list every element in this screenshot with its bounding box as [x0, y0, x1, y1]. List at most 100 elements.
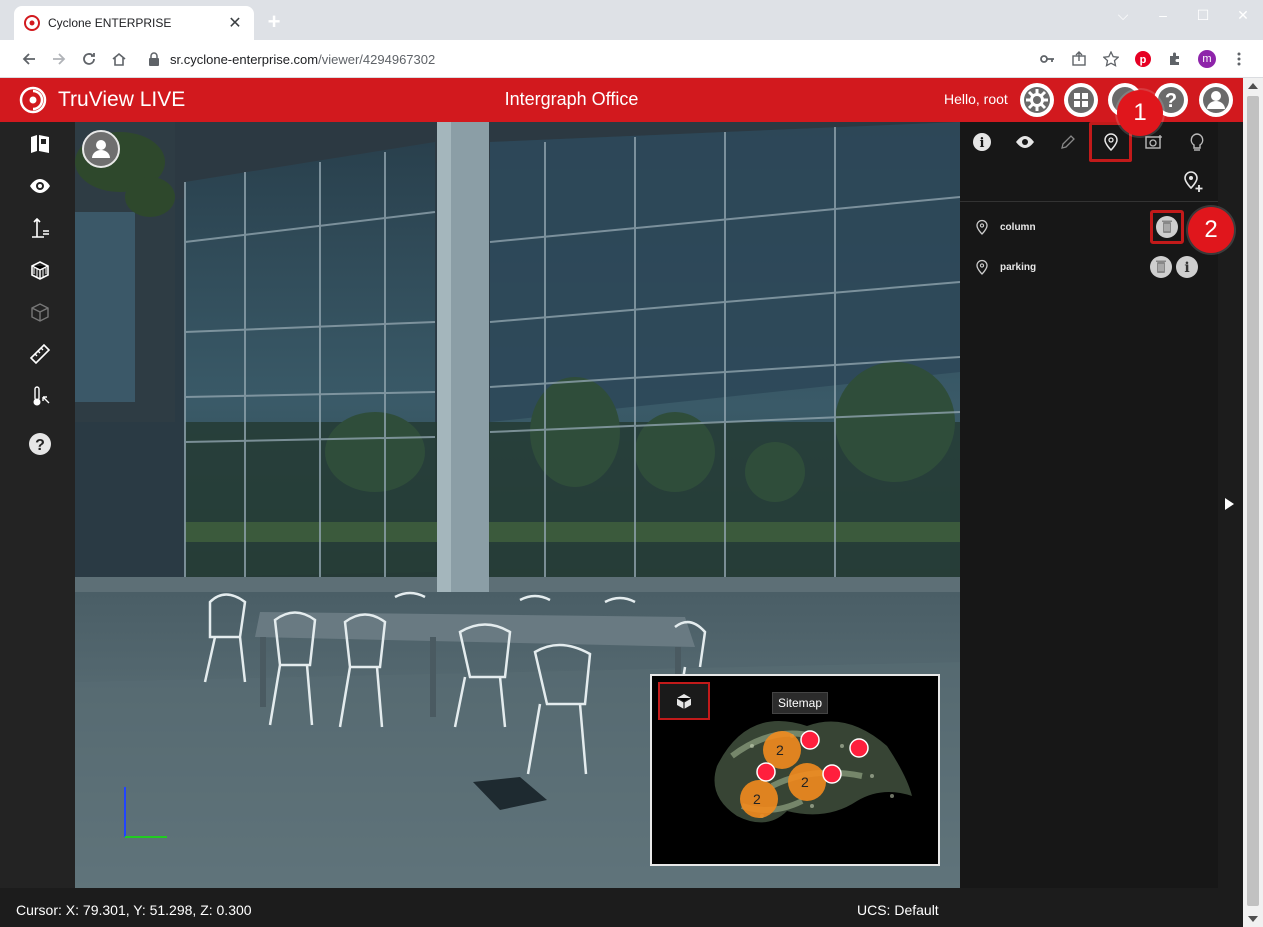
close-window-button[interactable]: ✕: [1223, 0, 1263, 30]
callout-badge: 2: [1188, 207, 1234, 253]
home-icon: [112, 52, 126, 66]
extensions-puzzle-icon[interactable]: [1165, 49, 1185, 69]
info-icon: i: [1177, 257, 1197, 277]
tab-markup[interactable]: [1046, 122, 1089, 162]
settings-icon: [1024, 87, 1050, 113]
tab-info[interactable]: i: [960, 122, 1003, 162]
cluster-count: 2: [801, 774, 809, 790]
address-bar[interactable]: sr.cyclone-enterprise.com/viewer/4294967…: [148, 46, 1018, 72]
tab-close-icon[interactable]: ✕: [226, 13, 244, 33]
cyclone-favicon-icon: [24, 15, 40, 31]
reload-icon: [83, 52, 95, 65]
pin-icon: [1103, 133, 1118, 151]
trash-icon: [1162, 220, 1172, 233]
key-icon[interactable]: [1037, 49, 1057, 69]
reload-button[interactable]: [76, 46, 102, 72]
geotag-label: parking: [1000, 261, 1037, 273]
ruler-icon: [29, 343, 51, 365]
scroll-down-icon[interactable]: [1248, 916, 1258, 922]
delete-button[interactable]: [1156, 216, 1178, 238]
tab-search-icon[interactable]: ⌵: [1103, 0, 1143, 30]
delete-button[interactable]: [1150, 256, 1172, 278]
pin-icon: [976, 259, 988, 275]
visibility-tool-button[interactable]: [28, 174, 52, 198]
setup-marker[interactable]: [849, 738, 869, 758]
more-menu-icon[interactable]: [1229, 49, 1249, 69]
arrow-left-icon: [22, 52, 35, 65]
height-measure-icon: [32, 217, 49, 238]
user-greeting: Hello, root: [944, 91, 1008, 107]
home-button[interactable]: [106, 46, 132, 72]
cube-tool-button[interactable]: [28, 258, 52, 282]
setup-marker[interactable]: [800, 730, 820, 750]
ucs-status: UCS: Default: [857, 902, 939, 918]
info-icon: i: [972, 133, 991, 151]
share-icon[interactable]: [1069, 49, 1089, 69]
help-tool-button[interactable]: ?: [28, 432, 52, 456]
minimize-button[interactable]: –: [1143, 0, 1183, 30]
cluster-count: 2: [776, 742, 784, 758]
setup-marker[interactable]: [822, 764, 842, 784]
sitemap-markers: [740, 730, 869, 818]
url-text: sr.cyclone-enterprise.com/viewer/4294967…: [170, 52, 435, 67]
geotags-panel: i column parking i: [960, 122, 1218, 888]
sitemap-tool-button[interactable]: [28, 132, 52, 156]
maximize-button[interactable]: ☐: [1183, 0, 1223, 30]
settings-button[interactable]: [1020, 83, 1054, 117]
info-button[interactable]: i: [1176, 256, 1198, 278]
pencil-icon: [1060, 135, 1075, 149]
trash-icon: [1156, 260, 1166, 273]
sitemap-panel[interactable]: Sitemap 2 2 2: [650, 674, 940, 866]
window-controls: ⌵ – ☐ ✕: [1103, 0, 1263, 30]
box-tool-button: [28, 300, 52, 324]
camera-icon: [1144, 135, 1162, 149]
panel-expand-icon[interactable]: [1225, 498, 1234, 510]
bookmark-star-icon[interactable]: [1101, 49, 1121, 69]
pin-icon: [976, 219, 988, 235]
box-outline-icon: [31, 303, 49, 322]
toolbar-actions: p m: [1037, 46, 1249, 72]
cube-icon: [31, 261, 49, 280]
eye-icon: [30, 179, 50, 193]
bulb-icon: [1190, 133, 1203, 151]
eye-icon: [1015, 136, 1034, 148]
panel-tabs: i: [960, 122, 1218, 162]
tab-visibility[interactable]: [1003, 122, 1046, 162]
profile-avatar[interactable]: m: [1197, 49, 1217, 69]
user-icon: [92, 140, 110, 158]
temperature-tool-button[interactable]: [28, 384, 52, 408]
url-path: /viewer/4294967302: [318, 51, 436, 67]
back-button[interactable]: [16, 46, 42, 72]
scroll-up-icon[interactable]: [1248, 83, 1258, 89]
page-scrollbar[interactable]: [1243, 78, 1263, 927]
list-item[interactable]: column: [960, 210, 1218, 244]
tab-tips[interactable]: [1175, 122, 1218, 162]
pinterest-extension-icon[interactable]: p: [1133, 49, 1153, 69]
user-avatar-button[interactable]: [82, 130, 120, 168]
forward-button[interactable]: [46, 46, 72, 72]
new-tab-button[interactable]: +: [262, 11, 286, 35]
arrow-right-icon: [53, 52, 66, 65]
scrollbar-thumb[interactable]: [1247, 96, 1259, 906]
svg-text:i: i: [1184, 260, 1189, 276]
user-icon: [1203, 87, 1229, 113]
grid-icon: [1068, 87, 1094, 113]
svg-text:i: i: [979, 136, 984, 151]
svg-text:p: p: [1140, 54, 1147, 66]
sitemap-icon: [31, 135, 49, 153]
browser-tab[interactable]: Cyclone ENTERPRISE ✕: [14, 6, 254, 40]
svg-text:?: ?: [1165, 90, 1177, 112]
measure-tool-button[interactable]: [28, 342, 52, 366]
delete-highlight: [1150, 210, 1184, 244]
cursor-coordinates: Cursor: X: 79.301, Y: 51.298, Z: 0.300: [16, 902, 252, 918]
svg-text:?: ?: [35, 437, 45, 454]
browser-tabstrip: Cyclone ENTERPRISE ✕ + ⌵ – ☐ ✕: [0, 0, 1263, 40]
account-button[interactable]: [1199, 83, 1233, 117]
layout-button[interactable]: [1064, 83, 1098, 117]
help-icon: ?: [29, 433, 51, 455]
setup-marker[interactable]: [756, 762, 776, 782]
list-item[interactable]: parking i: [960, 251, 1218, 283]
height-tool-button[interactable]: [28, 216, 52, 240]
app-header: TruView LIVE Intergraph Office Hello, ro…: [0, 78, 1243, 122]
add-geotag-icon[interactable]: [1182, 170, 1204, 194]
